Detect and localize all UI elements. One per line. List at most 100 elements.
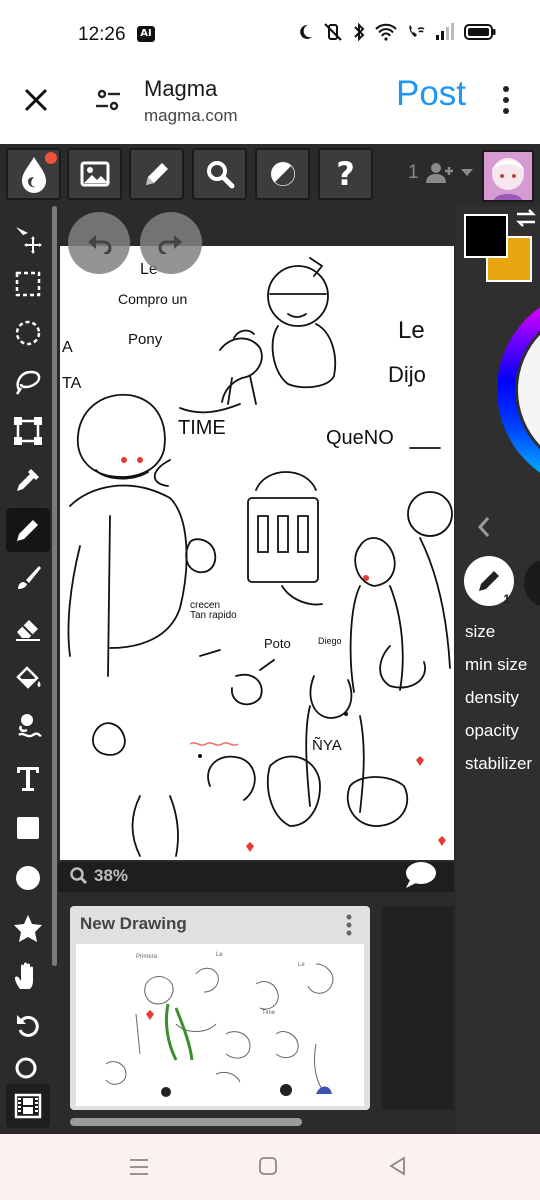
battery-icon <box>464 24 496 40</box>
wifi-call-icon <box>409 25 425 37</box>
prop-opacity[interactable]: opacity <box>465 721 532 754</box>
drawing-canvas[interactable]: Le Compro un Pony Le Dijo TIME QueNO A T… <box>60 246 454 860</box>
site-settings-icon[interactable] <box>94 86 122 114</box>
ai-badge: AI <box>137 26 155 42</box>
doodle-text: Tan rapido <box>190 610 237 621</box>
site-title: Magma <box>144 76 218 101</box>
tool-hand[interactable] <box>6 954 50 998</box>
ellipse-icon <box>16 866 40 890</box>
image-icon <box>80 161 109 187</box>
tool-star[interactable] <box>6 906 50 950</box>
primary-color-swatch[interactable] <box>464 214 508 258</box>
brush-pencil-icon <box>479 571 499 591</box>
top-toolbar: ? 1 <box>0 144 540 206</box>
avatar[interactable] <box>482 150 534 202</box>
tool-brush[interactable] <box>6 556 50 600</box>
drawings-empty-slot <box>382 906 454 1110</box>
brush-selector-button[interactable]: 1 <box>464 556 514 606</box>
prop-stabilizer[interactable]: stabilizer <box>465 754 532 787</box>
tool-ellipse[interactable] <box>6 856 50 900</box>
pencil-tool-icon <box>17 520 38 541</box>
prop-size[interactable]: size <box>465 622 532 655</box>
tool-move[interactable] <box>6 218 50 262</box>
doodle-text: A <box>62 339 73 356</box>
redo-button[interactable] <box>140 212 202 274</box>
tool-eyedropper[interactable] <box>6 458 50 502</box>
thumbnail-artwork: Primera Le Le Time <box>105 952 334 1097</box>
pencil-button[interactable] <box>129 148 184 200</box>
vibrate-off-icon <box>324 23 342 41</box>
swap-colors-icon[interactable] <box>514 208 538 228</box>
magma-menu-button[interactable] <box>6 148 61 200</box>
prop-min-size[interactable]: min size <box>465 655 532 688</box>
users-dropdown[interactable]: 1 <box>408 162 473 184</box>
image-button[interactable] <box>67 148 122 200</box>
contrast-icon <box>270 162 295 186</box>
tool-text[interactable] <box>6 756 50 800</box>
smudge-icon <box>18 714 42 738</box>
brush-icon <box>18 566 41 589</box>
doodle-text: Diego <box>318 636 342 646</box>
doodle-text: TIME <box>178 417 226 439</box>
add-user-icon <box>425 163 453 183</box>
status-bar: 12:26 AI <box>0 0 540 70</box>
doodle-text: Pony <box>128 331 163 348</box>
notification-dot <box>45 152 57 164</box>
prop-density[interactable]: density <box>465 688 532 721</box>
close-icon[interactable] <box>22 86 50 114</box>
undo-icon <box>88 235 112 254</box>
drawing-card[interactable]: New Drawing Primera Le Le Time <box>70 906 370 1110</box>
tool-fill[interactable] <box>6 656 50 700</box>
tool-panel-scrollbar[interactable] <box>52 206 57 966</box>
tool-select-rect[interactable] <box>6 262 50 306</box>
drawings-scrollbar[interactable] <box>70 1118 302 1126</box>
undo-button[interactable] <box>68 212 130 274</box>
avatar-image <box>484 152 532 200</box>
canvas-artwork: Le Compro un Pony Le Dijo TIME QueNO A T… <box>62 257 453 857</box>
users-count: 1 <box>408 162 419 183</box>
chat-icon[interactable] <box>404 860 438 890</box>
doodle-text: ÑYA <box>312 737 342 754</box>
left-tool-panel <box>0 206 58 1132</box>
contrast-button[interactable] <box>255 148 310 200</box>
doodle-text: Dijo <box>388 362 426 387</box>
color-wheel[interactable] <box>498 290 540 490</box>
post-button[interactable]: Post <box>396 74 466 114</box>
doodle-text: QueNO <box>326 427 394 449</box>
wifi-icon <box>375 23 397 41</box>
tool-zoom[interactable] <box>6 1054 50 1084</box>
tool-rectangle[interactable] <box>6 806 50 850</box>
tool-eraser[interactable] <box>6 606 50 650</box>
tool-select-ellipse[interactable] <box>6 311 50 355</box>
lasso-icon <box>15 370 41 395</box>
tool-frames[interactable] <box>6 1084 50 1128</box>
chevron-left-icon[interactable] <box>476 516 492 538</box>
moon-icon <box>300 24 312 39</box>
rect-select-icon <box>15 271 41 297</box>
svg-text:Primera: Primera <box>136 954 158 960</box>
tool-rotate[interactable] <box>6 1004 50 1048</box>
tool-lasso[interactable] <box>6 360 50 404</box>
tool-pencil[interactable] <box>6 508 50 552</box>
rotate-icon <box>17 1015 39 1037</box>
chevron-down-icon <box>460 169 473 176</box>
zoom-control[interactable]: 38% <box>70 866 128 886</box>
zoom-bar: 38% <box>58 862 454 892</box>
screen: 12:26 AI Magma magma.com Post ? 1 Le Com… <box>0 0 540 1200</box>
more-vert-icon[interactable] <box>496 84 516 116</box>
back-icon[interactable] <box>388 1156 408 1176</box>
card-menu-icon[interactable] <box>344 914 354 936</box>
tool-smudge[interactable] <box>6 704 50 748</box>
status-icons <box>296 22 496 42</box>
zoom-icon <box>15 1057 37 1079</box>
recents-icon[interactable] <box>128 1156 150 1178</box>
help-button[interactable]: ? <box>318 148 373 200</box>
zoom-search-icon <box>70 867 88 885</box>
tool-transform[interactable] <box>6 409 50 453</box>
svg-text:Time: Time <box>262 1010 276 1016</box>
home-icon[interactable] <box>258 1156 278 1176</box>
doodle-text: Poto <box>264 636 291 651</box>
eyedropper-icon <box>17 469 39 491</box>
redo-icon <box>158 235 182 254</box>
search-button[interactable] <box>192 148 247 200</box>
